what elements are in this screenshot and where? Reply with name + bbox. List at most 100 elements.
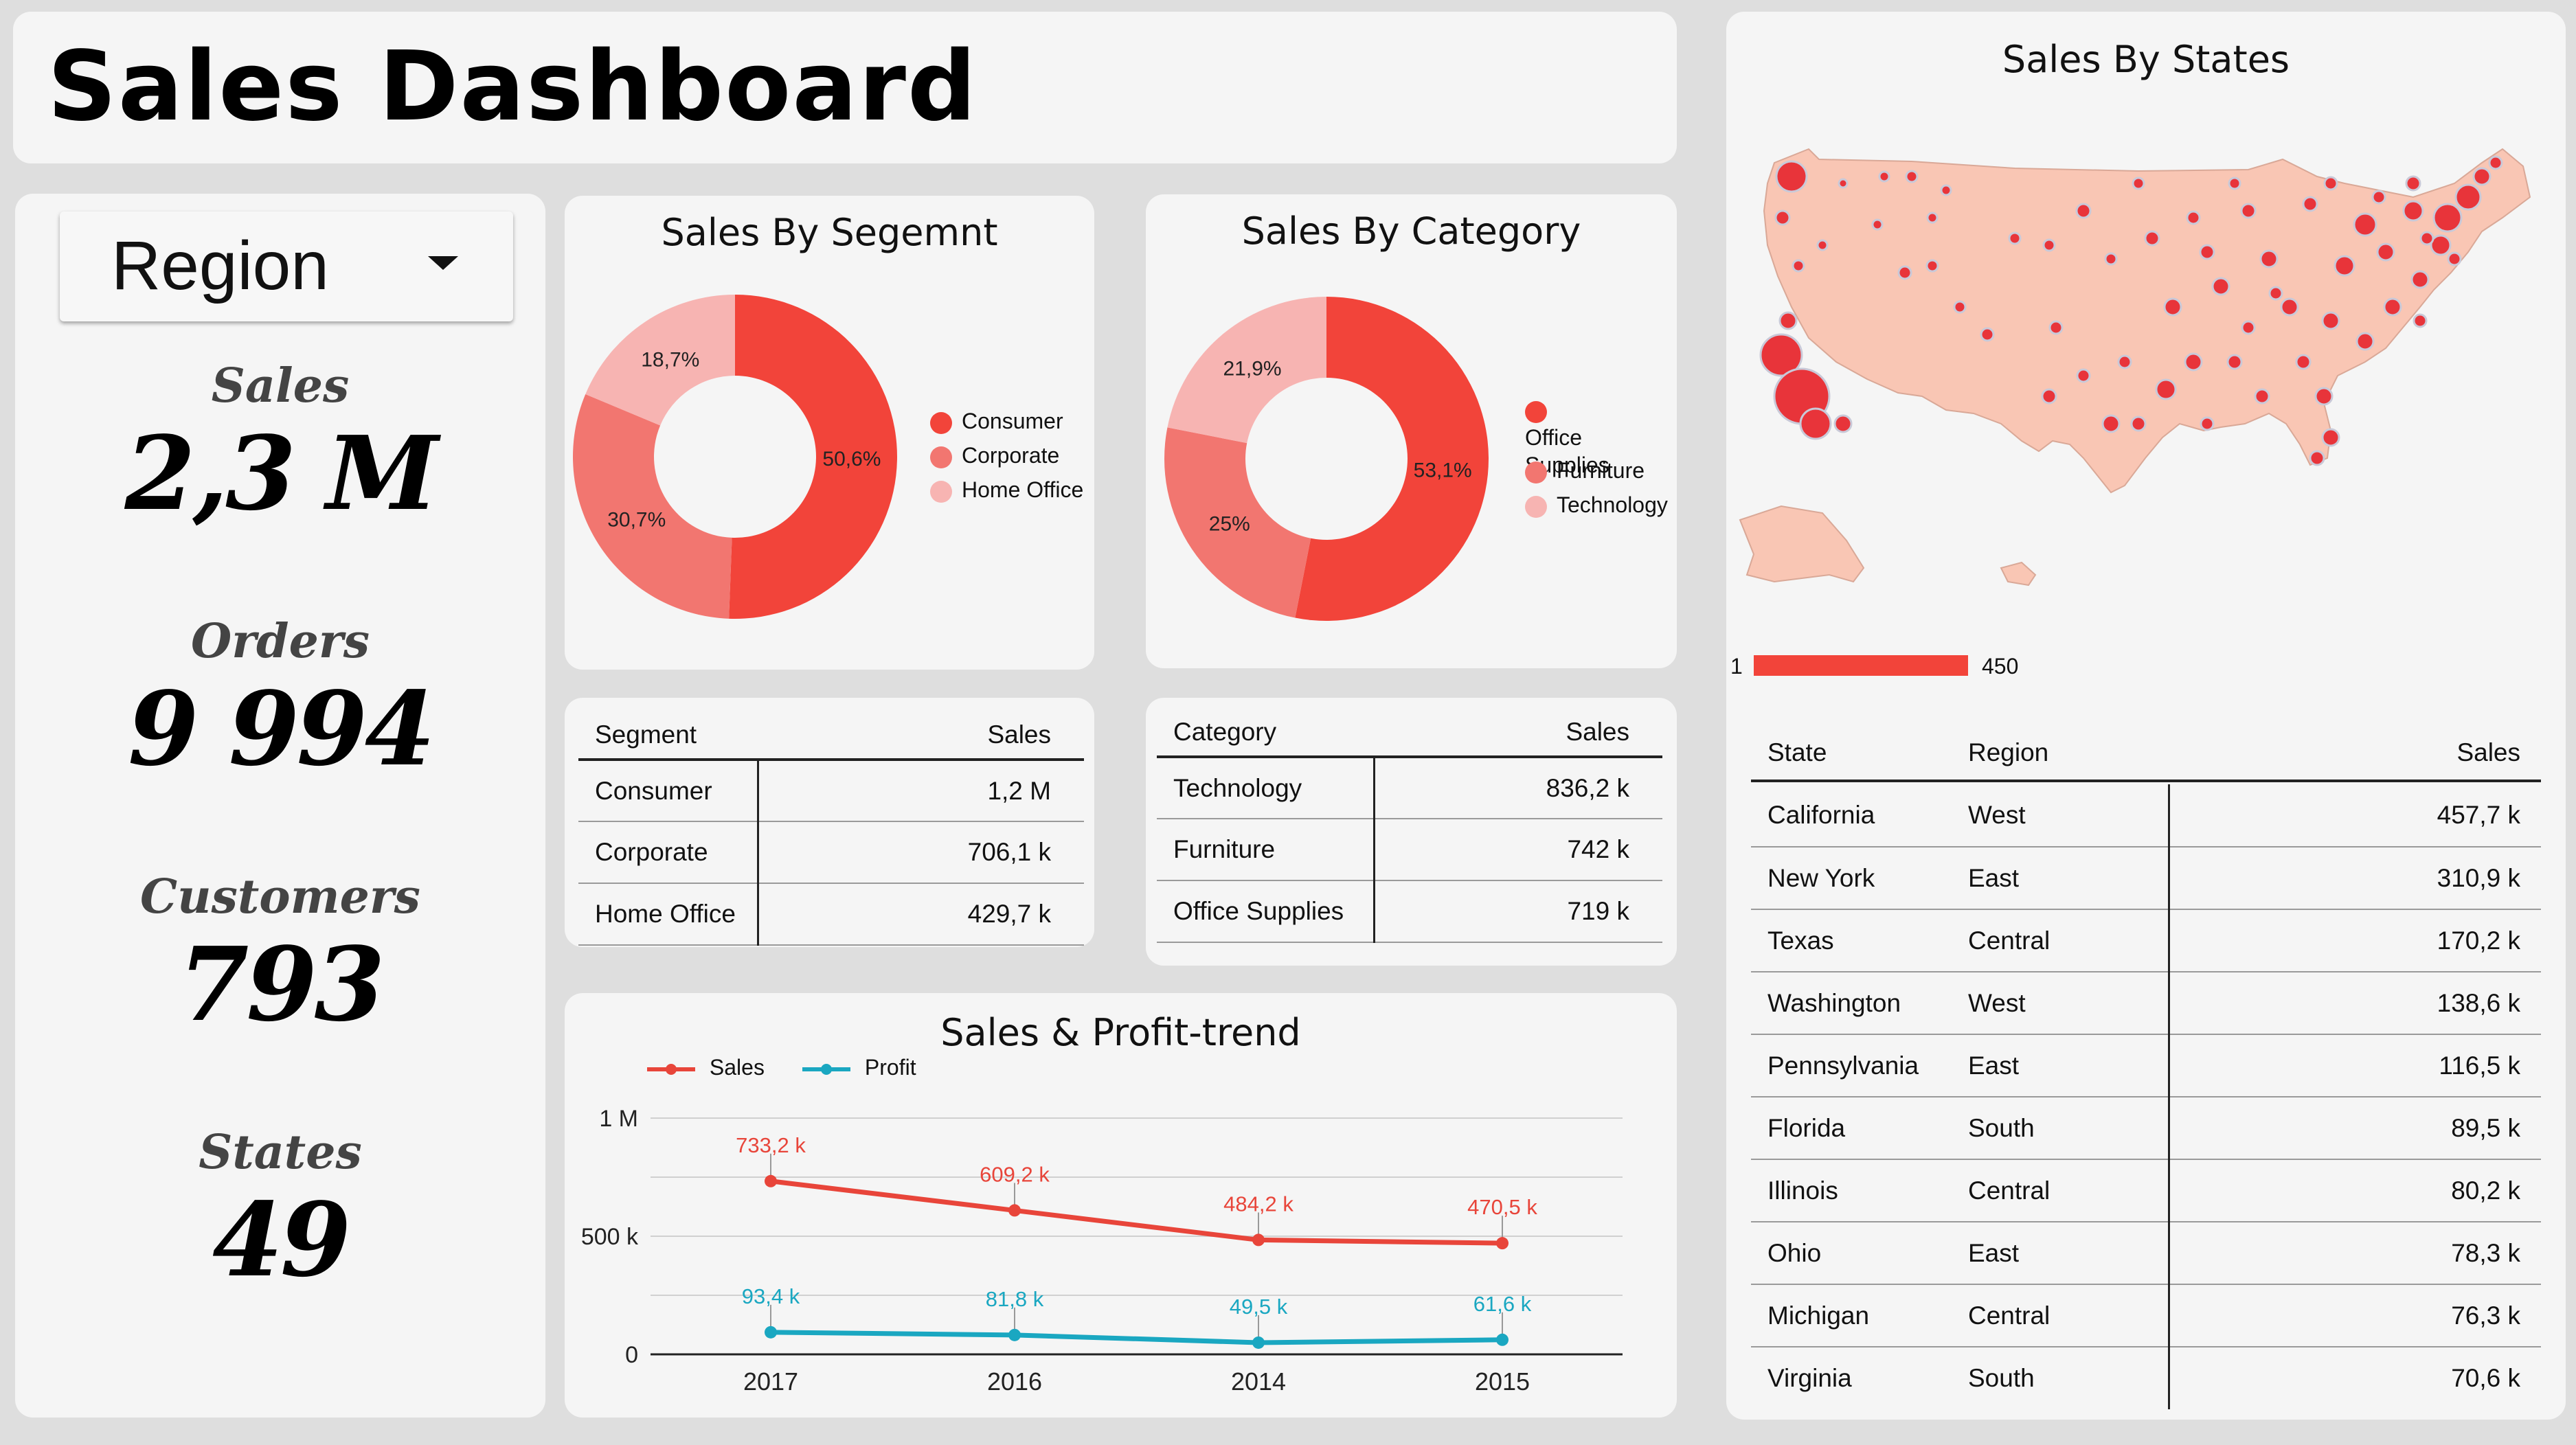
map-sales-dot	[2447, 251, 2462, 266]
column-header: Category	[1157, 709, 1375, 758]
legend-consumer: Consumer	[930, 409, 1063, 434]
legend-corporate: Corporate	[930, 443, 1059, 468]
map-sales-dot	[2268, 286, 2283, 301]
region-dropdown-label: Region	[111, 227, 329, 304]
region-dropdown[interactable]: Region	[60, 212, 513, 321]
legend-dot	[930, 446, 952, 468]
sales-series-line	[770, 1179, 1503, 1246]
sales-data-label: 470,5 k	[1467, 1195, 1537, 1219]
map-sales-dot	[2432, 203, 2463, 233]
profit-data-label: 61,6 k	[1473, 1292, 1532, 1316]
map-sales-dot	[1953, 300, 1967, 314]
y-tick-label: 500 k	[581, 1224, 639, 1250]
segment-table-card: Segment Sales Consumer 1,2 M Corporate 7…	[565, 698, 1094, 947]
kpi-value: 9 994	[128, 669, 435, 788]
trend-chart-card: Sales & Profit-trend Sales Profit 0 500 k…	[565, 993, 1677, 1418]
map-sales-dot	[2048, 320, 2064, 335]
donut-slice-label: 50,6%	[822, 448, 881, 470]
column-header: Segment	[578, 712, 758, 761]
table-cell: Michigan	[1751, 1284, 1967, 1347]
map-sales-dot	[1871, 218, 1884, 231]
segment-chart-card: Sales By Segemnt 50,6% 30,7% 18,7% Consume…	[565, 196, 1094, 670]
map-sales-dot	[2041, 388, 2057, 405]
sales-data-label: 609,2 k	[980, 1162, 1050, 1186]
table-cell: 170,2 k	[2169, 909, 2541, 972]
map-sales-dot	[1799, 407, 1832, 440]
donut-slice-label: 25%	[1209, 513, 1250, 536]
legend-label: Consumer	[962, 409, 1063, 433]
map-sales-dot	[1774, 209, 1791, 226]
table-cell: East	[1967, 1034, 2170, 1097]
map-sales-dot	[1905, 170, 1919, 183]
map-sales-dot	[1775, 160, 1808, 193]
table-row: Florida South 89,5 k	[1751, 1097, 2541, 1160]
column-header: State	[1751, 726, 1967, 782]
table-cell: Central	[1967, 1284, 2170, 1347]
map-sales-dot	[2353, 212, 2377, 237]
title-card: Sales Dashboard	[13, 12, 1677, 163]
alaska-shape	[1739, 505, 1865, 583]
kpi-sales: Sales 2,3 M	[15, 359, 545, 533]
map-sales-dot	[1926, 212, 1939, 224]
table-cell: Home Office	[578, 883, 759, 946]
table-row: Texas Central 170,2 k	[1751, 909, 2541, 972]
map-sales-dot	[2155, 378, 2177, 400]
map-sales-dot	[2241, 320, 2256, 335]
map-sales-dot	[2117, 354, 2132, 369]
table-cell: East	[1967, 1222, 2170, 1285]
map-sales-dot	[2259, 249, 2279, 269]
table-cell: Illinois	[1751, 1159, 1967, 1222]
map-sales-dot	[2226, 354, 2243, 370]
table-cell: South	[1967, 1347, 2170, 1409]
table-cell: Florida	[1751, 1097, 1967, 1160]
map-sales-dot	[2314, 387, 2334, 406]
map-sales-dot	[2323, 176, 2338, 191]
legend-label: Home Office	[962, 477, 1084, 502]
page-title: Sales Dashboard	[47, 31, 978, 143]
map-sales-dot	[2405, 175, 2421, 192]
donut-slice-label: 21,9%	[1223, 358, 1282, 380]
profit-point	[765, 1325, 777, 1339]
sales-point	[1008, 1204, 1021, 1217]
sales-point	[765, 1174, 777, 1187]
category-table-card: Category Sales Technology 836,2 k Furnit…	[1146, 698, 1677, 966]
table-row: Office Supplies 719 k	[1157, 880, 1662, 943]
map-sales-dot	[2383, 297, 2402, 317]
legend-dot	[1525, 400, 1547, 423]
table-cell: 76,3 k	[2169, 1284, 2541, 1347]
map-sales-dot	[2472, 167, 2492, 186]
profit-data-label: 81,8 k	[986, 1287, 1044, 1311]
map-sales-dot	[2371, 190, 2386, 205]
sales-data-label: 733,2 k	[736, 1133, 806, 1157]
y-tick-label: 0	[625, 1342, 638, 1368]
category-chart-card: Sales By Category 53,1% 25% 21,9% Office S…	[1146, 194, 1677, 668]
map-sales-dot	[2130, 416, 2147, 432]
segment-table: Segment Sales Consumer 1,2 M Corporate 7…	[578, 712, 1084, 946]
hawaii-shape	[2000, 561, 2037, 587]
map-sales-dot	[1792, 259, 1805, 273]
table-row: Illinois Central 80,2 k	[1751, 1159, 2541, 1222]
us-states-map[interactable]	[1726, 101, 2566, 623]
table-header-row: Category Sales	[1157, 709, 1662, 758]
map-sales-dot	[2321, 311, 2340, 330]
map-sales-dot	[2104, 252, 2118, 266]
table-cell: Texas	[1751, 909, 1967, 972]
map-sales-dot	[2132, 177, 2145, 190]
table-cell: Virginia	[1767, 1364, 1852, 1392]
table-cell: Ohio	[1751, 1222, 1967, 1285]
table-cell: 89,5 k	[2169, 1097, 2541, 1160]
map-sales-dot	[2228, 177, 2241, 190]
chevron-down-icon[interactable]	[428, 256, 458, 270]
donut-slice-label: 30,7%	[607, 509, 666, 532]
table-cell: Office Supplies	[1157, 880, 1375, 943]
x-tick-label: 2015	[1475, 1367, 1530, 1396]
table-cell: Technology	[1157, 757, 1375, 819]
table-row: Ohio East 78,3 k	[1751, 1222, 2541, 1285]
profit-point	[1008, 1328, 1021, 1341]
table-cell: Furniture	[1157, 819, 1375, 881]
donut-slice-label: 53,1%	[1414, 459, 1472, 482]
kpi-value: 2,3 M	[124, 413, 439, 533]
profit-point	[1252, 1336, 1265, 1349]
map-sales-dot	[1778, 311, 1798, 330]
table-row: Pennsylvania East 116,5 k	[1751, 1034, 2541, 1097]
